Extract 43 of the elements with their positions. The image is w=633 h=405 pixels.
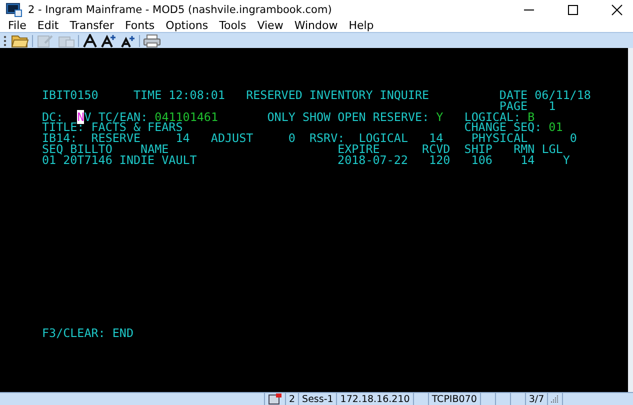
cursor-character: N bbox=[77, 110, 84, 124]
function-key-hint: F3/CLEAR: END bbox=[42, 326, 134, 340]
session-icon bbox=[268, 393, 282, 405]
status-text: 172.18.16.210 bbox=[340, 394, 410, 404]
menu-item[interactable]: Fonts bbox=[120, 18, 162, 32]
field-value: 01 bbox=[548, 120, 563, 134]
screen-text: TC/EAN: bbox=[98, 110, 148, 124]
font-decrease-icon[interactable] bbox=[120, 34, 136, 48]
screen-text: IBIT0150 bbox=[42, 88, 98, 102]
menu-item[interactable]: Tools bbox=[215, 18, 254, 32]
status-text: 2 bbox=[289, 394, 296, 404]
screen-text: RESERVED INVENTORY INQUIRE bbox=[246, 88, 430, 102]
screen-text: V bbox=[84, 110, 92, 124]
folder-icon[interactable] bbox=[11, 34, 29, 48]
status-text: Sess-1 bbox=[302, 394, 334, 404]
screen-text: ONLY SHOW OPEN RESERVE: bbox=[267, 110, 430, 124]
menu-item[interactable]: Transfer bbox=[66, 18, 121, 32]
font-increase-icon[interactable] bbox=[101, 34, 117, 48]
menu-item[interactable]: Window bbox=[290, 18, 345, 32]
screen-text: ADJUST bbox=[210, 131, 254, 146]
window-title: 2 - Ingram Mainframe - MOD5 (nashvile.ingrambook.com) bbox=[28, 4, 333, 16]
menu-item[interactable]: Edit bbox=[33, 18, 66, 32]
field-value: Y bbox=[436, 110, 444, 124]
menu-item[interactable]: Help bbox=[344, 18, 381, 32]
menu-item[interactable]: File bbox=[4, 18, 34, 32]
resize-grip-icon[interactable] bbox=[551, 395, 560, 403]
screen-text: 0 bbox=[570, 131, 577, 146]
printer-icon[interactable] bbox=[143, 34, 161, 48]
maximize-icon[interactable] bbox=[567, 4, 579, 16]
screen-text: NAME bbox=[140, 142, 169, 156]
terminal-app-icon bbox=[6, 2, 22, 16]
status-text: 3/7 bbox=[528, 394, 544, 404]
font-icon[interactable] bbox=[82, 34, 98, 48]
screen-text: 0 bbox=[288, 131, 296, 146]
screen-text: DC: bbox=[42, 110, 64, 124]
screen-text: LGL bbox=[542, 142, 563, 156]
screen-text: 14 bbox=[176, 131, 190, 146]
status-text: TCPIB070 bbox=[432, 394, 477, 404]
screen-text: Y bbox=[562, 152, 570, 167]
close-icon[interactable] bbox=[611, 4, 623, 16]
menu-item[interactable]: View bbox=[253, 18, 290, 32]
menu-item[interactable]: Options bbox=[162, 18, 216, 32]
screen-text: TIME 12:08:01 bbox=[133, 88, 225, 102]
